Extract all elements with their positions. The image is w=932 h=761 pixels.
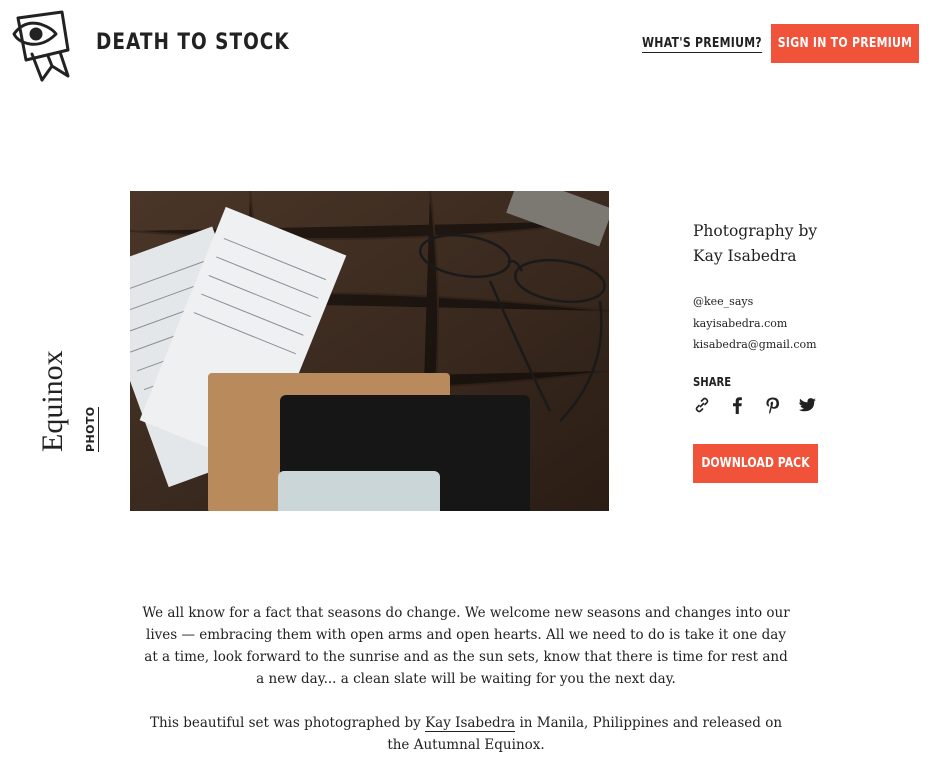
pinterest-icon[interactable]: [763, 396, 781, 414]
download-pack-label: DOWNLOAD PACK: [701, 456, 810, 471]
hero-photo: [130, 191, 609, 511]
share-icons: [693, 396, 816, 414]
logo-flag-icon: [12, 10, 70, 82]
pack-description: We all know for a fact that seasons do c…: [140, 602, 792, 761]
email-link[interactable]: kisabedra@gmail.com: [693, 334, 817, 356]
brand-name[interactable]: DEATH TO STOCK: [96, 30, 290, 55]
photographer-name: Kay Isabedra: [693, 247, 797, 265]
photographer-links: @kee_says kayisabedra.com kisabedra@gmai…: [693, 291, 817, 356]
pack-type-tag: PHOTO: [84, 406, 99, 452]
logo[interactable]: [12, 10, 80, 84]
description-paragraph: We all know for a fact that seasons do c…: [142, 605, 790, 687]
credit-prefix: Photography by: [693, 222, 818, 240]
facebook-icon[interactable]: [728, 396, 746, 414]
sign-in-premium-label: SIGN IN TO PREMIUM: [777, 36, 913, 51]
website-link[interactable]: kayisabedra.com: [693, 313, 817, 335]
link-icon[interactable]: [693, 396, 711, 414]
sign-in-premium-button[interactable]: SIGN IN TO PREMIUM: [771, 24, 919, 63]
download-pack-button[interactable]: DOWNLOAD PACK: [693, 444, 818, 483]
instagram-handle-link[interactable]: @kee_says: [693, 291, 817, 313]
twitter-icon[interactable]: [798, 396, 816, 414]
credit-text-before: This beautiful set was photographed by: [149, 715, 426, 731]
photographer-credit: Photography by Kay Isabedra: [693, 219, 817, 269]
share-label: SHARE: [693, 375, 732, 389]
description-credit-paragraph: This beautiful set was photographed by K…: [140, 712, 792, 756]
photographer-link[interactable]: Kay Isabedra: [425, 715, 516, 732]
pack-title: Equinox: [36, 350, 69, 452]
whats-premium-link[interactable]: WHAT'S PREMIUM?: [642, 36, 762, 53]
